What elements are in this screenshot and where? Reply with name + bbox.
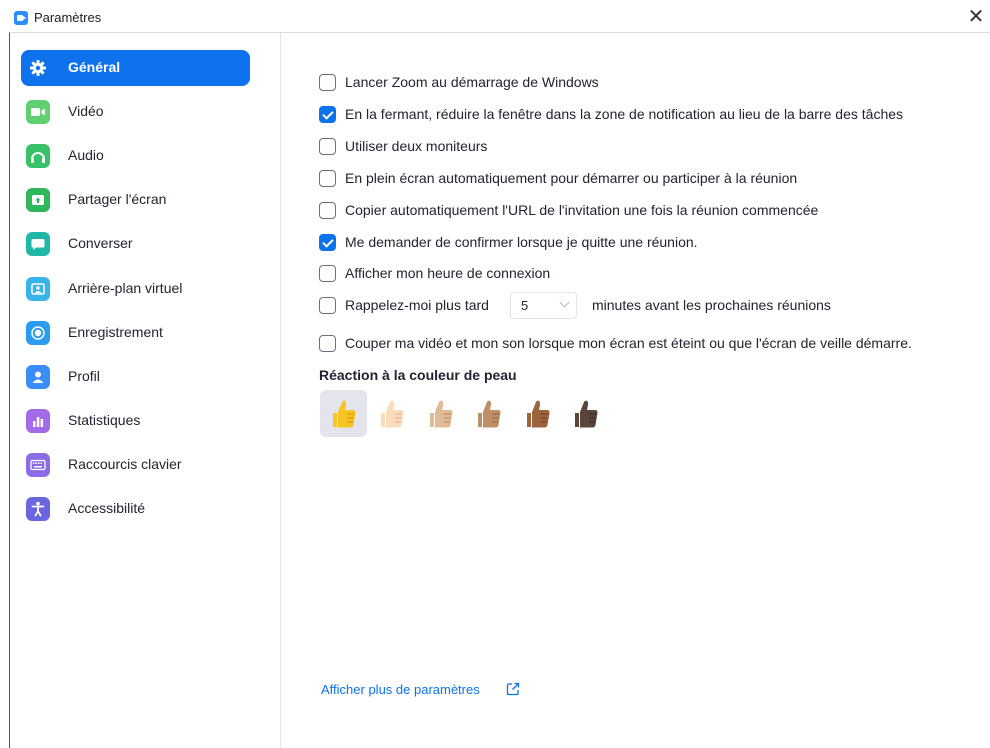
option-label: Couper ma vidéo et mon son lorsque mon é… (345, 335, 912, 351)
statistics-icon (26, 409, 50, 433)
profile-icon (26, 365, 50, 389)
chat-bubble-icon (26, 232, 50, 256)
sidebar-item-label: Converser (68, 235, 133, 251)
option-label: Rappelez-moi plus tard (345, 297, 489, 313)
sidebar-item-label: Accessibilité (68, 500, 146, 516)
checkbox[interactable] (319, 202, 336, 219)
sidebar-item-statistics[interactable]: Statistiques (21, 403, 250, 439)
share-screen-icon (26, 188, 50, 212)
sidebar-item-accessibility[interactable]: Accessibilité (21, 491, 250, 527)
skin-tone-medium-dark[interactable] (514, 390, 561, 437)
virtual-background-icon (26, 277, 50, 301)
checkbox[interactable] (319, 265, 336, 282)
sidebar-item-label: Raccourcis clavier (68, 456, 182, 472)
skin-tone-heading: Réaction à la couleur de peau (319, 367, 517, 383)
sidebar: Général Vidéo Audio Partager l'écran Con (10, 33, 281, 748)
view-more-settings-link[interactable]: Afficher plus de paramètres (321, 682, 480, 697)
zoom-logo-icon (14, 11, 28, 25)
reminder-suffix: minutes avant les prochaines réunions (592, 297, 831, 313)
select-value: 5 (521, 298, 529, 313)
skin-tone-dark[interactable] (562, 390, 609, 437)
sidebar-item-general[interactable]: Général (21, 50, 250, 86)
option-label: En la fermant, réduire la fenêtre dans l… (345, 106, 904, 122)
checkbox[interactable] (319, 170, 336, 187)
skin-tone-light[interactable] (368, 390, 415, 437)
window-title: Paramètres (34, 10, 102, 25)
sidebar-item-recording[interactable]: Enregistrement (21, 315, 250, 351)
thumbs-up-icon (381, 400, 404, 428)
thumbs-up-icon (430, 400, 453, 428)
sidebar-item-label: Partager l'écran (68, 191, 167, 207)
close-button[interactable]: ✕ (962, 2, 990, 30)
title-bar: Paramètres ✕ (0, 0, 990, 32)
record-icon (26, 321, 50, 345)
sidebar-item-label: Arrière-plan virtuel (68, 280, 183, 296)
option-label: Copier automatiquement l'URL de l'invita… (345, 202, 819, 218)
sidebar-item-label: Général (68, 59, 121, 75)
sidebar-item-share-screen[interactable]: Partager l'écran (21, 182, 250, 218)
thumbs-up-icon (478, 400, 501, 428)
headphones-icon (26, 144, 50, 168)
skin-tone-medium[interactable] (465, 390, 512, 437)
checkbox[interactable] (319, 335, 336, 352)
option-label: En plein écran automatiquement pour déma… (345, 170, 798, 186)
sidebar-item-label: Enregistrement (68, 324, 163, 340)
sidebar-item-label: Vidéo (68, 103, 104, 119)
thumbs-up-icon (527, 400, 550, 428)
general-settings-panel: Lancer Zoom au démarrage de Windows En l… (282, 33, 990, 748)
checkbox[interactable] (319, 106, 336, 123)
sidebar-item-label: Audio (68, 147, 104, 163)
sidebar-item-chat[interactable]: Converser (21, 226, 250, 262)
accessibility-icon (26, 497, 50, 521)
reminder-minutes-select[interactable]: 5 (510, 292, 577, 319)
settings-window: Général Vidéo Audio Partager l'écran Con (9, 32, 990, 748)
skin-tone-yellow[interactable] (320, 390, 367, 437)
sidebar-item-virtual-background[interactable]: Arrière-plan virtuel (21, 271, 250, 307)
skin-tone-medium-light[interactable] (417, 390, 464, 437)
keyboard-icon (26, 453, 50, 477)
thumbs-up-icon (575, 400, 598, 428)
option-label: Afficher mon heure de connexion (345, 265, 551, 281)
sidebar-item-video[interactable]: Vidéo (21, 94, 250, 130)
sidebar-item-label: Profil (68, 368, 100, 384)
option-label: Me demander de confirmer lorsque je quit… (345, 234, 698, 250)
option-label: Utiliser deux moniteurs (345, 138, 488, 154)
checkbox[interactable] (319, 74, 336, 91)
sidebar-item-audio[interactable]: Audio (21, 138, 250, 174)
sidebar-item-profile[interactable]: Profil (21, 359, 250, 395)
gear-icon (26, 56, 50, 80)
sidebar-item-label: Statistiques (68, 412, 141, 428)
checkbox[interactable] (319, 297, 336, 314)
option-label: Lancer Zoom au démarrage de Windows (345, 74, 599, 90)
chevron-down-icon (559, 297, 570, 308)
sidebar-item-keyboard-shortcuts[interactable]: Raccourcis clavier (21, 447, 250, 483)
checkbox[interactable] (319, 234, 336, 251)
external-link-icon[interactable] (506, 682, 520, 696)
thumbs-up-icon (333, 400, 356, 428)
checkbox[interactable] (319, 138, 336, 155)
video-camera-icon (26, 100, 50, 124)
